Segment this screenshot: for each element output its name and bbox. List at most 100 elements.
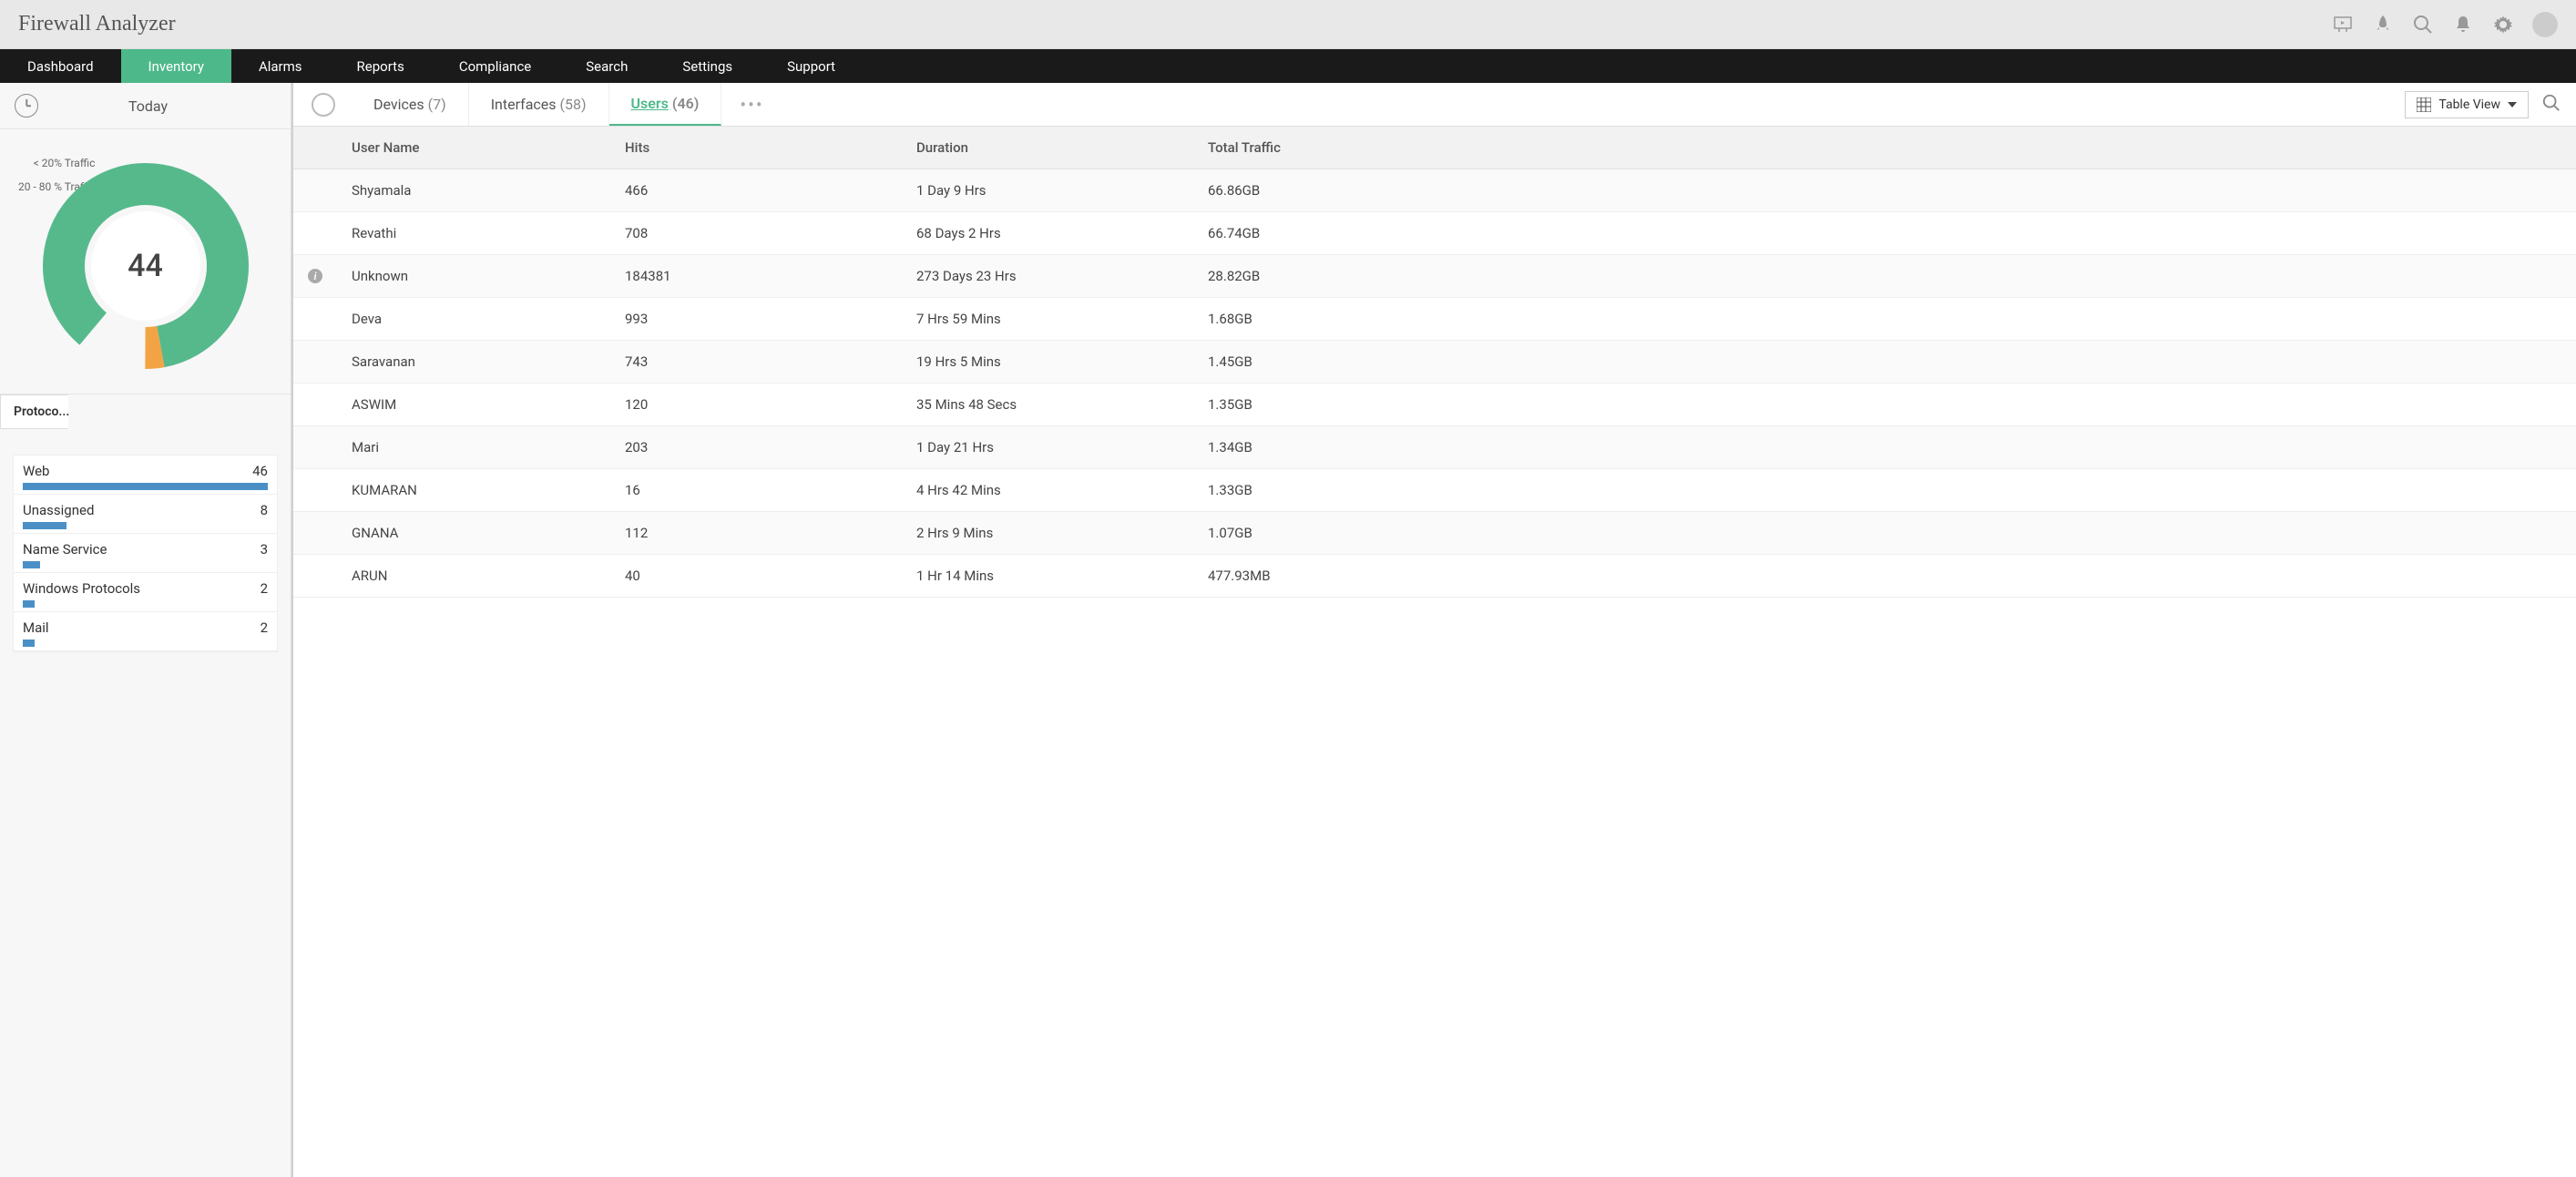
tab-label: Users (631, 95, 669, 112)
nav-item-settings[interactable]: Settings (655, 49, 760, 83)
table-row[interactable]: Revathi70868 Days 2 Hrs66.74GB (293, 212, 2576, 255)
nav-item-reports[interactable]: Reports (330, 49, 432, 83)
row-icon-cell (293, 396, 337, 413)
protocol-section-title[interactable]: Protoco... (0, 394, 68, 429)
cell-username: Revathi (337, 225, 625, 241)
tab-interfaces[interactable]: Interfaces (58) (469, 83, 609, 126)
cell-hits: 466 (625, 182, 916, 199)
protocol-count: 8 (261, 502, 268, 518)
protocol-name: Unassigned (23, 502, 94, 518)
table-header: User Name Hits Duration Total Traffic (293, 127, 2576, 169)
main-content: Devices (7)Interfaces (58)Users (46) •••… (291, 83, 2576, 1177)
main-nav: DashboardInventoryAlarmsReportsComplianc… (0, 49, 2576, 83)
cell-hits: 112 (625, 525, 916, 541)
presentation-icon[interactable] (2332, 14, 2354, 36)
gear-icon[interactable] (2492, 14, 2514, 36)
tab-label: Interfaces (491, 96, 557, 113)
table-row[interactable]: Mari2031 Day 21 Hrs1.34GB (293, 426, 2576, 469)
row-icon-cell (293, 439, 337, 455)
column-header-username[interactable]: User Name (337, 139, 625, 156)
column-header-duration[interactable]: Duration (916, 139, 1208, 156)
protocol-count: 2 (261, 619, 268, 636)
row-icon-cell: i (293, 268, 337, 284)
cell-username: ASWIM (337, 396, 625, 413)
protocol-row[interactable]: Mail2 (14, 612, 277, 651)
protocol-bar (23, 640, 35, 647)
protocol-bar (23, 522, 66, 529)
cell-hits: 184381 (625, 268, 916, 284)
cell-duration: 1 Day 9 Hrs (916, 182, 1208, 199)
table-row[interactable]: KUMARAN164 Hrs 42 Mins1.33GB (293, 469, 2576, 512)
protocol-row[interactable]: Windows Protocols2 (14, 573, 277, 612)
table-row[interactable]: Deva9937 Hrs 59 Mins1.68GB (293, 298, 2576, 341)
tab-users[interactable]: Users (46) (609, 83, 722, 126)
view-selector[interactable]: Table View (2405, 91, 2529, 118)
cell-username: Saravanan (337, 353, 625, 370)
cell-duration: 1 Day 21 Hrs (916, 439, 1208, 455)
top-icons (2332, 12, 2558, 37)
donut-center-value: 44 (128, 248, 163, 284)
cell-traffic: 1.07GB (1208, 525, 2576, 541)
protocol-row[interactable]: Unassigned 8 (14, 495, 277, 534)
table-row[interactable]: ARUN401 Hr 14 Mins477.93MB (293, 555, 2576, 598)
cell-username: ARUN (337, 568, 625, 584)
table-row[interactable]: Shyamala4661 Day 9 Hrs66.86GB (293, 169, 2576, 212)
sidebar-date-label: Today (20, 97, 276, 115)
tab-label: Devices (373, 96, 424, 113)
cell-duration: 2 Hrs 9 Mins (916, 525, 1208, 541)
clock-icon[interactable] (15, 94, 38, 118)
column-header-hits[interactable]: Hits (625, 139, 916, 156)
table-row[interactable]: iUnknown184381273 Days 23 Hrs28.82GB (293, 255, 2576, 298)
refresh-indicator-icon[interactable] (312, 93, 335, 117)
cell-duration: 4 Hrs 42 Mins (916, 482, 1208, 498)
nav-item-compliance[interactable]: Compliance (432, 49, 558, 83)
cell-traffic: 477.93MB (1208, 568, 2576, 584)
cell-traffic: 1.33GB (1208, 482, 2576, 498)
protocol-count: 2 (261, 580, 268, 597)
protocol-name: Web (23, 463, 49, 479)
bell-icon[interactable] (2452, 14, 2474, 36)
column-header-traffic[interactable]: Total Traffic (1208, 139, 2576, 156)
protocol-count: 3 (261, 541, 268, 558)
cell-traffic: 28.82GB (1208, 268, 2576, 284)
cell-traffic: 66.74GB (1208, 225, 2576, 241)
avatar[interactable] (2532, 12, 2558, 37)
table-row[interactable]: GNANA1122 Hrs 9 Mins1.07GB (293, 512, 2576, 555)
cell-username: KUMARAN (337, 482, 625, 498)
nav-item-inventory[interactable]: Inventory (121, 49, 231, 83)
protocol-bar (23, 483, 268, 490)
rocket-icon[interactable] (2372, 14, 2394, 36)
tab-devices[interactable]: Devices (7) (352, 83, 469, 126)
search-icon[interactable] (2412, 14, 2434, 36)
row-icon-cell (293, 568, 337, 584)
table-search-icon[interactable] (2541, 93, 2561, 117)
cell-username: Mari (337, 439, 625, 455)
nav-item-dashboard[interactable]: Dashboard (0, 49, 121, 83)
nav-item-alarms[interactable]: Alarms (231, 49, 330, 83)
table-row[interactable]: Saravanan74319 Hrs 5 Mins1.45GB (293, 341, 2576, 384)
more-tabs-icon[interactable]: ••• (721, 94, 782, 116)
cell-hits: 40 (625, 568, 916, 584)
protocol-name: Name Service (23, 541, 107, 558)
cell-duration: 273 Days 23 Hrs (916, 268, 1208, 284)
row-icon-cell (293, 225, 337, 241)
table-row[interactable]: ASWIM12035 Mins 48 Secs1.35GB (293, 384, 2576, 426)
cell-duration: 1 Hr 14 Mins (916, 568, 1208, 584)
cell-hits: 120 (625, 396, 916, 413)
nav-item-support[interactable]: Support (760, 49, 863, 83)
donut-chart[interactable]: 44 (18, 157, 272, 375)
cell-hits: 203 (625, 439, 916, 455)
cell-traffic: 1.68GB (1208, 311, 2576, 327)
cell-username: Shyamala (337, 182, 625, 199)
protocol-row[interactable]: Name Service 3 (14, 534, 277, 573)
table-body: Shyamala4661 Day 9 Hrs66.86GBRevathi7086… (293, 169, 2576, 1177)
chevron-down-icon (2508, 102, 2517, 107)
protocol-row[interactable]: Web46 (14, 455, 277, 495)
cell-hits: 743 (625, 353, 916, 370)
sidebar: Today < 20% Traffic 20 - 80 % Traffic 44… (0, 83, 291, 1177)
nav-item-search[interactable]: Search (558, 49, 655, 83)
cell-traffic: 1.34GB (1208, 439, 2576, 455)
cell-duration: 19 Hrs 5 Mins (916, 353, 1208, 370)
info-icon[interactable]: i (308, 269, 322, 283)
cell-username: GNANA (337, 525, 625, 541)
